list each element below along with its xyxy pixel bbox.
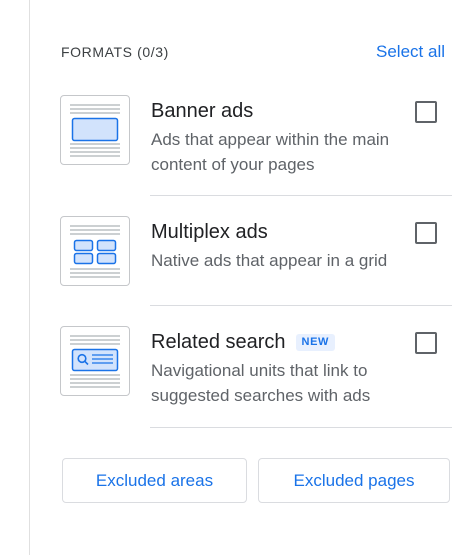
format-description: Ads that appear within the main content …: [151, 130, 390, 174]
multiplex-ad-thumbnail-icon: [60, 216, 130, 286]
divider: [150, 305, 452, 306]
section-title: FORMATS (0/3): [61, 44, 169, 60]
format-title-label: Multiplex ads: [151, 221, 268, 243]
format-title: Banner ads: [151, 98, 401, 124]
format-description: Navigational units that link to suggeste…: [151, 361, 371, 405]
select-all-link[interactable]: Select all: [376, 42, 445, 62]
related-search-thumbnail-icon: [60, 326, 130, 396]
banner-ads-checkbox[interactable]: [415, 101, 437, 123]
excluded-areas-button[interactable]: Excluded areas: [62, 458, 247, 503]
related-search-text: Related search NEW Navigational units th…: [151, 329, 401, 408]
formats-panel: FORMATS (0/3) Select all Banner ads Ads …: [30, 0, 474, 555]
divider: [150, 195, 452, 196]
multiplex-ads-checkbox[interactable]: [415, 222, 437, 244]
related-search-checkbox[interactable]: [415, 332, 437, 354]
format-title: Multiplex ads: [151, 219, 401, 245]
formats-header: FORMATS (0/3) Select all: [61, 40, 445, 64]
multiplex-ads-text: Multiplex ads Native ads that appear in …: [151, 219, 401, 273]
format-title-label: Related search: [151, 331, 286, 353]
new-badge: NEW: [295, 333, 335, 351]
excluded-pages-button[interactable]: Excluded pages: [258, 458, 450, 503]
format-description: Native ads that appear in a grid: [151, 251, 388, 270]
format-title-label: Banner ads: [151, 100, 254, 122]
banner-ad-thumbnail-icon: [60, 95, 130, 165]
banner-ads-text: Banner ads Ads that appear within the ma…: [151, 98, 401, 177]
format-title: Related search NEW: [151, 329, 401, 355]
divider: [150, 427, 452, 428]
